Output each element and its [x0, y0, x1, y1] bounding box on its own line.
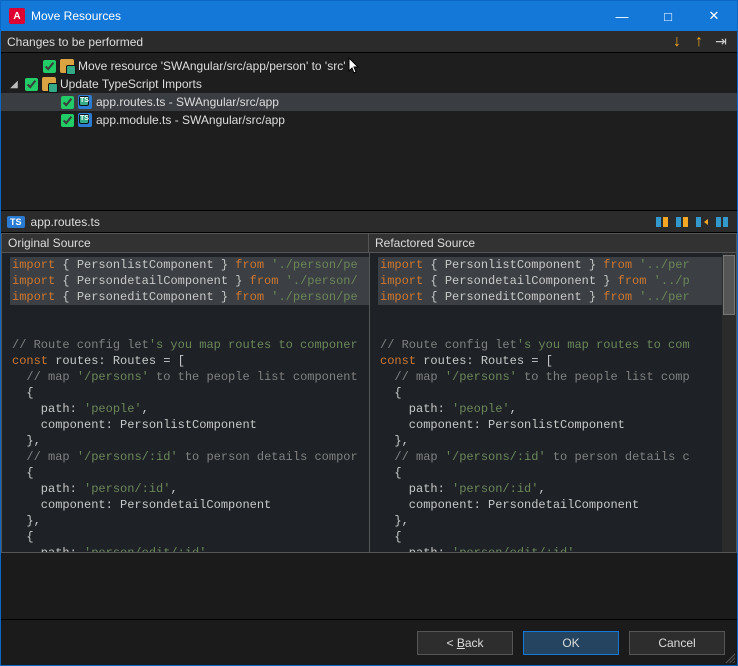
changes-tree[interactable]: Move resource 'SWAngular/src/app/person'…	[1, 53, 737, 211]
compare-nav2-button[interactable]	[673, 213, 691, 231]
title-bar[interactable]: A Move Resources — □ ✕	[1, 1, 737, 31]
tree-row-label: app.routes.ts - SWAngular/src/app	[96, 95, 279, 109]
change-checkbox[interactable]	[25, 78, 38, 91]
diff-viewer: import { PersonlistComponent } from './p…	[1, 253, 737, 553]
dialog-body-spacer	[1, 553, 737, 619]
arrow-up-icon: ↑	[695, 33, 703, 51]
angular-icon: A	[9, 8, 25, 24]
minimize-button[interactable]: —	[599, 1, 645, 31]
tree-row[interactable]: ◢ Update TypeScript Imports	[1, 75, 737, 93]
close-button[interactable]: ✕	[691, 1, 737, 31]
back-button[interactable]: < Back	[417, 631, 513, 655]
original-code: import { PersonlistComponent } from './p…	[12, 257, 369, 552]
change-checkbox[interactable]	[61, 96, 74, 109]
change-icon	[60, 59, 74, 73]
refactored-source-pane[interactable]: import { PersonlistComponent } from '../…	[369, 253, 736, 552]
change-checkbox[interactable]	[43, 60, 56, 73]
mouse-cursor-icon	[347, 57, 361, 75]
cancel-button[interactable]: Cancel	[629, 631, 725, 655]
diff-headers: Original Source Refactored Source	[1, 233, 737, 253]
filter-button[interactable]: ⇥	[711, 32, 731, 52]
vertical-scrollbar[interactable]	[722, 253, 736, 552]
tree-row[interactable]: app.routes.ts - SWAngular/src/app	[1, 93, 737, 111]
ts-file-icon	[78, 113, 92, 127]
compare-nav1-button[interactable]	[653, 213, 671, 231]
filter-icon: ⇥	[715, 33, 727, 50]
window-title: Move Resources	[31, 9, 121, 23]
tree-row-label: app.module.ts - SWAngular/src/app	[96, 113, 285, 127]
dialog-footer: < Back OK Cancel	[1, 619, 737, 665]
prev-change-button[interactable]: ↑	[689, 32, 709, 52]
refactored-source-header: Refactored Source	[369, 233, 737, 253]
ts-badge-icon: TS	[7, 216, 25, 228]
change-checkbox[interactable]	[61, 114, 74, 127]
compare-nav4-button[interactable]	[713, 213, 731, 231]
ts-file-icon	[78, 95, 92, 109]
change-icon	[42, 77, 56, 91]
expander-icon[interactable]: ◢	[7, 79, 21, 90]
tree-row[interactable]: app.module.ts - SWAngular/src/app	[1, 111, 737, 129]
changes-toolbar: Changes to be performed ↓ ↑ ⇥	[1, 31, 737, 53]
resize-grip-icon[interactable]	[723, 651, 735, 663]
changes-label: Changes to be performed	[7, 35, 143, 49]
arrow-down-icon: ↓	[673, 33, 681, 51]
original-source-pane[interactable]: import { PersonlistComponent } from './p…	[2, 253, 369, 552]
tree-row[interactable]: Move resource 'SWAngular/src/app/person'…	[1, 57, 737, 75]
dialog-window: A Move Resources — □ ✕ Changes to be per…	[0, 0, 738, 666]
tree-row-label: Update TypeScript Imports	[60, 77, 202, 91]
tree-row-label: Move resource 'SWAngular/src/app/person'…	[78, 59, 346, 73]
refactored-code: import { PersonlistComponent } from '../…	[380, 257, 736, 552]
preview-filename: app.routes.ts	[31, 215, 100, 229]
original-source-header: Original Source	[1, 233, 369, 253]
next-change-button[interactable]: ↓	[667, 32, 687, 52]
ok-button[interactable]: OK	[523, 631, 619, 655]
preview-toolbar: TS app.routes.ts	[1, 211, 737, 233]
scroll-thumb[interactable]	[723, 255, 735, 315]
maximize-button[interactable]: □	[645, 1, 691, 31]
compare-nav3-button[interactable]	[693, 213, 711, 231]
